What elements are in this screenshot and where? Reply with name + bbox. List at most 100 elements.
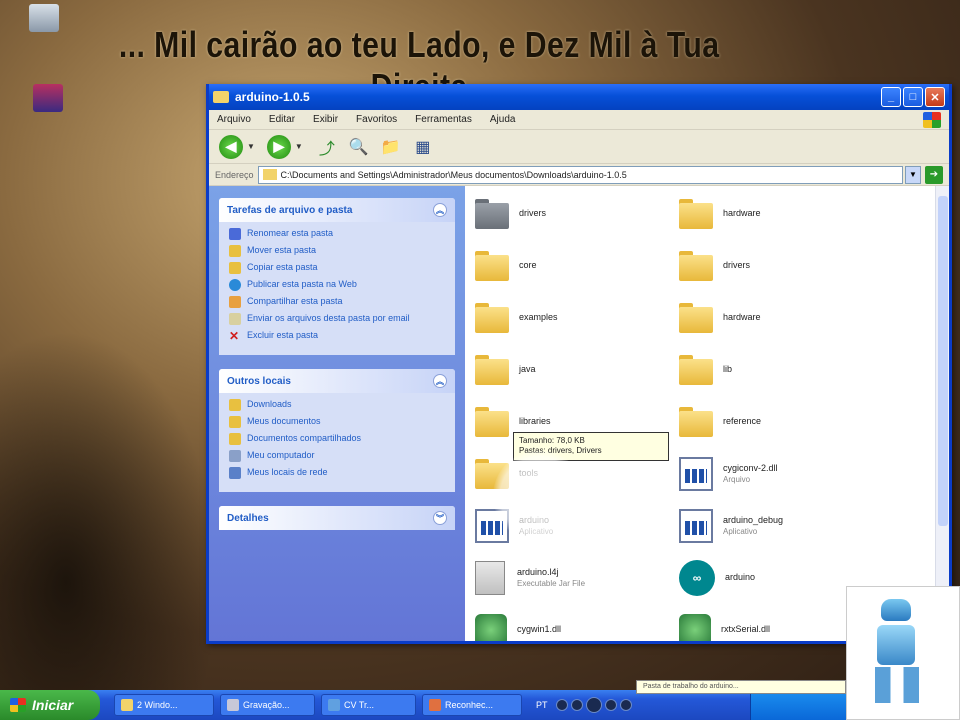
file-name: cygwin1.dll bbox=[517, 624, 561, 635]
file-name-text: rxtxSerial.dll bbox=[721, 624, 771, 635]
robot-head bbox=[881, 599, 911, 621]
file-name-text: hardware bbox=[723, 312, 761, 323]
menu-tools[interactable]: Ferramentas bbox=[415, 114, 472, 125]
expand-icon[interactable]: ︾ bbox=[433, 511, 447, 525]
task-move-folder[interactable]: Mover esta pasta bbox=[229, 245, 445, 257]
window-body: Tarefas de arquivo e pasta ︽ Renomear es… bbox=[209, 186, 949, 641]
place-my-documents[interactable]: Meus documentos bbox=[229, 416, 445, 428]
views-icon[interactable]: ▦ bbox=[411, 136, 435, 158]
task-email-files[interactable]: Enviar os arquivos desta pasta por email bbox=[229, 313, 445, 325]
back-button[interactable]: ◀ bbox=[219, 134, 243, 159]
place-network[interactable]: Meus locais de rede bbox=[229, 467, 445, 479]
file-item[interactable]: hardware bbox=[679, 294, 879, 342]
taskbar-button-cv[interactable]: CV Tr... bbox=[321, 694, 416, 716]
file-name: arduino_debug Aplicativo bbox=[723, 515, 783, 536]
taskbar-button-recorder[interactable]: Gravação... bbox=[220, 694, 315, 716]
task-delete-folder[interactable]: ✕ Excluir esta pasta bbox=[229, 330, 445, 342]
address-field[interactable]: C:\Documents and Settings\Administrador\… bbox=[257, 165, 903, 184]
menu-edit[interactable]: Editar bbox=[269, 114, 295, 125]
menu-help[interactable]: Ajuda bbox=[490, 114, 516, 125]
task-copy-folder[interactable]: Copiar esta pasta bbox=[229, 262, 445, 274]
panel-header[interactable]: Outros locais ︽ bbox=[219, 369, 455, 393]
start-button[interactable]: Iniciar bbox=[0, 690, 100, 720]
place-shared-documents[interactable]: Documentos compartilhados bbox=[229, 433, 445, 445]
arduino-logo-icon: ∞ bbox=[679, 560, 715, 596]
up-folder-icon[interactable]: ⤴ bbox=[315, 136, 339, 158]
file-item[interactable]: reference bbox=[679, 398, 879, 446]
stop-icon[interactable] bbox=[555, 699, 568, 711]
file-name-text: drivers bbox=[723, 260, 751, 271]
file-item[interactable]: examples bbox=[475, 294, 675, 342]
collapse-icon[interactable]: ︽ bbox=[433, 203, 447, 217]
close-button[interactable]: ✕ bbox=[925, 87, 945, 107]
file-item[interactable]: hardware bbox=[679, 190, 879, 238]
file-item[interactable]: arduino.l4j Executable Jar File bbox=[475, 554, 675, 602]
address-label: Endereço bbox=[215, 169, 254, 180]
minimize-button[interactable]: _ bbox=[881, 87, 901, 107]
file-name: drivers bbox=[723, 260, 750, 271]
file-item[interactable]: cygiconv-2.dll Arquivo bbox=[679, 450, 879, 498]
place-downloads[interactable]: Downloads bbox=[229, 399, 445, 411]
forward-dropdown-icon[interactable]: ▼ bbox=[295, 142, 303, 151]
folders-icon[interactable]: 📁 bbox=[379, 136, 403, 158]
file-item[interactable]: drivers bbox=[679, 242, 879, 290]
place-my-computer[interactable]: Meu computador bbox=[229, 450, 445, 462]
forward-button[interactable]: ▶ bbox=[266, 134, 291, 159]
next-icon[interactable] bbox=[604, 699, 617, 711]
email-icon bbox=[229, 313, 241, 325]
file-tasks-panel: Tarefas de arquivo e pasta ︽ Renomear es… bbox=[219, 198, 455, 355]
robot-body bbox=[877, 625, 915, 665]
previous-icon[interactable] bbox=[570, 699, 583, 711]
file-item[interactable]: java bbox=[475, 346, 675, 394]
file-name: hardware bbox=[723, 208, 761, 219]
file-name: arduino bbox=[725, 572, 755, 583]
collapse-icon[interactable]: ︽ bbox=[433, 374, 447, 388]
scrollbar-thumb[interactable] bbox=[938, 196, 948, 526]
taskbar-label: CV Tr... bbox=[344, 700, 375, 710]
windows-logo-icon bbox=[10, 698, 26, 712]
maximize-button[interactable]: □ bbox=[903, 87, 923, 107]
taskbar-button-windows[interactable]: 2 Windo... bbox=[114, 694, 214, 716]
taskbar-button-recognition[interactable]: Reconhec... bbox=[422, 694, 522, 716]
menu-file[interactable]: Arquivo bbox=[217, 114, 251, 125]
file-item[interactable]: arduino Aplicativo bbox=[475, 502, 675, 550]
panel-header[interactable]: Detalhes ︾ bbox=[219, 506, 455, 530]
folder-icon bbox=[475, 407, 509, 437]
volume-icon[interactable] bbox=[619, 699, 632, 711]
title-bar[interactable]: arduino-1.0.5 _ □ ✕ bbox=[209, 84, 949, 110]
explorer-window: arduino-1.0.5 _ □ ✕ Arquivo Editar Exibi… bbox=[206, 84, 952, 644]
language-indicator[interactable]: PT bbox=[536, 700, 548, 710]
app-icon bbox=[429, 699, 441, 711]
winrar-icon bbox=[33, 84, 63, 112]
folder-icon bbox=[475, 199, 509, 229]
file-name: core bbox=[519, 260, 537, 271]
app-icon bbox=[328, 699, 340, 711]
place-label: Meus locais de rede bbox=[247, 467, 328, 477]
task-label: Excluir esta pasta bbox=[247, 330, 319, 340]
menu-favorites[interactable]: Favoritos bbox=[356, 114, 397, 125]
go-button[interactable]: ➔ bbox=[925, 165, 943, 184]
file-name: drivers bbox=[519, 208, 546, 219]
file-item[interactable]: drivers bbox=[475, 190, 675, 238]
toolbar: ◀ ▼ ▶ ▼ ⤴ 🔍 📁 ▦ bbox=[209, 130, 949, 164]
file-meta: Aplicativo bbox=[519, 526, 554, 536]
task-publish-web[interactable]: Publicar esta pasta na Web bbox=[229, 279, 445, 291]
file-item[interactable]: lib bbox=[679, 346, 879, 394]
back-dropdown-icon[interactable]: ▼ bbox=[247, 142, 255, 151]
address-dropdown-icon[interactable]: ▼ bbox=[905, 165, 921, 184]
search-icon[interactable]: 🔍 bbox=[347, 136, 371, 158]
panel-header[interactable]: Tarefas de arquivo e pasta ︽ bbox=[219, 198, 455, 222]
desktop-icon-winrar[interactable] bbox=[18, 84, 78, 116]
menu-view[interactable]: Exibir bbox=[313, 114, 338, 125]
desktop-icon-recycle-bin[interactable] bbox=[14, 4, 74, 36]
application-icon bbox=[679, 509, 713, 543]
file-item[interactable]: cygwin1.dll bbox=[475, 606, 675, 641]
copy-icon bbox=[229, 262, 241, 274]
task-share-folder[interactable]: Compartilhar esta pasta bbox=[229, 296, 445, 308]
vertical-scrollbar[interactable] bbox=[935, 186, 949, 641]
file-item[interactable]: arduino_debug Aplicativo bbox=[679, 502, 879, 550]
file-name: cygiconv-2.dll Arquivo bbox=[723, 463, 778, 484]
play-icon[interactable] bbox=[585, 697, 602, 713]
file-item[interactable]: core bbox=[475, 242, 675, 290]
task-rename-folder[interactable]: Renomear esta pasta bbox=[229, 228, 445, 240]
